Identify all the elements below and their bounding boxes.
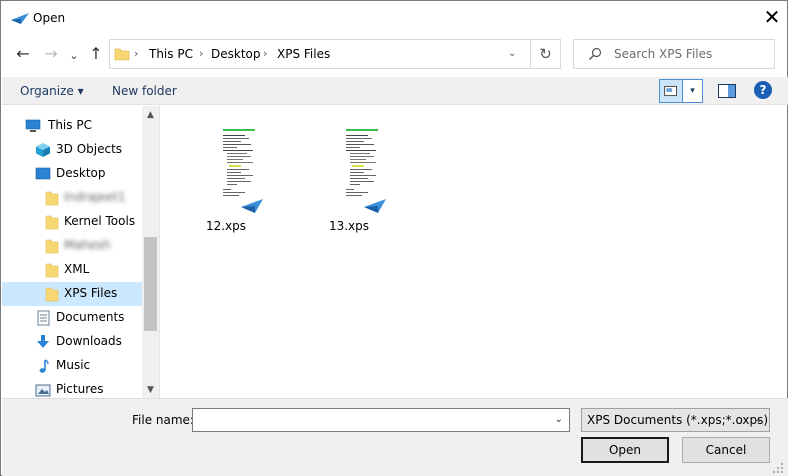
download-icon <box>37 335 49 348</box>
sidebar-item-label: XPS Files <box>64 286 118 300</box>
file-item-12-xps[interactable]: 12.xps <box>181 115 271 233</box>
sidebar-item-label: This PC <box>48 118 92 132</box>
folder-icon <box>45 287 59 302</box>
new-folder-button[interactable]: New folder <box>112 84 177 98</box>
file-name-label: File name: <box>132 413 194 427</box>
scroll-up-button[interactable]: ▲ <box>142 107 159 123</box>
desktop-icon <box>35 167 51 180</box>
file-name: 12.xps <box>205 219 247 233</box>
breadcrumb-this-pc[interactable]: This PC <box>149 47 193 61</box>
breadcrumb-xps-files[interactable]: XPS Files <box>277 47 330 61</box>
sidebar-item-indrajeet1[interactable]: Indrajeet1 <box>2 186 143 210</box>
sidebar-item-label: Kernel Tools <box>64 214 136 228</box>
sidebar-item-3d-objects[interactable]: 3D Objects <box>2 138 143 162</box>
up-button[interactable]: ↑ <box>86 45 106 65</box>
sidebar-item-label: Documents <box>56 310 125 324</box>
folder-icon <box>45 239 59 254</box>
address-bar[interactable]: › This PC › Desktop › XPS Files ⌄ <box>109 39 531 69</box>
breadcrumb-separator: › <box>199 47 204 60</box>
file-type-value: XPS Documents (*.xps;*.oxps) <box>587 413 769 427</box>
back-button[interactable]: ← <box>13 45 33 65</box>
sidebar-item-label: Desktop <box>56 166 106 180</box>
sidebar-item-desktop[interactable]: Desktop <box>2 162 143 186</box>
close-button[interactable]: ✕ <box>761 7 783 29</box>
sidebar-item-this-pc[interactable]: This PC <box>2 114 143 138</box>
open-dialog: Open ✕ ← → ⌄ ↑ › This PC › Desktop › XPS… <box>0 0 788 476</box>
breadcrumb-separator: › <box>263 47 268 60</box>
sidebar-item-downloads[interactable]: Downloads <box>2 330 143 354</box>
sidebar-item-mahesh[interactable]: Mahesh <box>2 234 143 258</box>
xps-viewer-icon <box>11 13 29 24</box>
breadcrumb-separator: › <box>134 47 139 60</box>
sidebar-item-label: Music <box>56 358 91 372</box>
sidebar-item-label: Pictures <box>56 382 104 396</box>
xps-document-thumbnail <box>223 129 263 213</box>
preview-pane-icon[interactable] <box>717 82 737 100</box>
file-name-field[interactable]: ⌄ <box>192 408 570 432</box>
forward-button[interactable]: → <box>41 45 61 65</box>
help-button[interactable]: ? <box>754 81 772 99</box>
scrollbar-thumb[interactable] <box>144 237 157 331</box>
refresh-button[interactable]: ↻ <box>531 39 561 69</box>
xps-document-thumbnail <box>346 129 386 213</box>
file-type-select[interactable]: XPS Documents (*.xps;*.oxps) ⌄ <box>581 408 770 432</box>
open-button[interactable]: Open <box>581 437 669 463</box>
folder-icon <box>114 48 130 61</box>
scroll-down-button[interactable]: ▼ <box>142 382 159 398</box>
sidebar-item-xps-files[interactable]: XPS Files <box>2 282 143 306</box>
folder-icon <box>45 215 59 230</box>
resize-grip-icon[interactable] <box>771 461 785 475</box>
search-input[interactable]: Search XPS Files <box>614 47 712 61</box>
sidebar-item-xml[interactable]: XML <box>2 258 143 282</box>
documents-icon <box>37 310 50 326</box>
change-view-button[interactable] <box>659 79 683 103</box>
cancel-button[interactable]: Cancel <box>682 437 770 463</box>
sidebar-item-music[interactable]: Music <box>2 354 143 378</box>
search-box[interactable]: Search XPS Files <box>573 39 775 69</box>
recent-locations-button[interactable]: ⌄ <box>64 47 84 67</box>
organize-button[interactable]: Organize ▾ <box>20 84 84 98</box>
sidebar-item-label: Downloads <box>56 334 122 348</box>
sidebar-item-label: Mahesh <box>64 238 111 252</box>
folder-icon <box>45 191 59 206</box>
music-icon <box>39 359 49 373</box>
pc-icon <box>25 119 41 132</box>
folder-icon <box>45 263 59 278</box>
sidebar-item-documents[interactable]: Documents <box>2 306 143 330</box>
view-icon <box>664 85 677 97</box>
chevron-down-icon: ⌄ <box>754 414 763 425</box>
file-item-13-xps[interactable]: 13.xps <box>304 115 394 233</box>
address-dropdown-button[interactable]: ⌄ <box>508 48 516 59</box>
sidebar-item-kernel-tools[interactable]: Kernel Tools <box>2 210 143 234</box>
sidebar-item-label: Indrajeet1 <box>64 190 126 204</box>
file-name: 13.xps <box>328 219 370 233</box>
file-name-dropdown-button[interactable]: ⌄ <box>555 414 563 425</box>
search-icon <box>589 47 602 60</box>
window-title: Open <box>33 11 66 25</box>
navigation-pane: This PC 3D Objects Desktop Indrajeet1 Ke… <box>2 106 160 398</box>
cube-icon <box>36 143 50 157</box>
sidebar-item-label: XML <box>64 262 90 276</box>
pictures-icon <box>35 384 51 397</box>
sidebar-item-label: 3D Objects <box>56 142 123 156</box>
view-options-dropdown[interactable]: ▾ <box>683 79 703 103</box>
breadcrumb-desktop[interactable]: Desktop <box>211 47 261 61</box>
